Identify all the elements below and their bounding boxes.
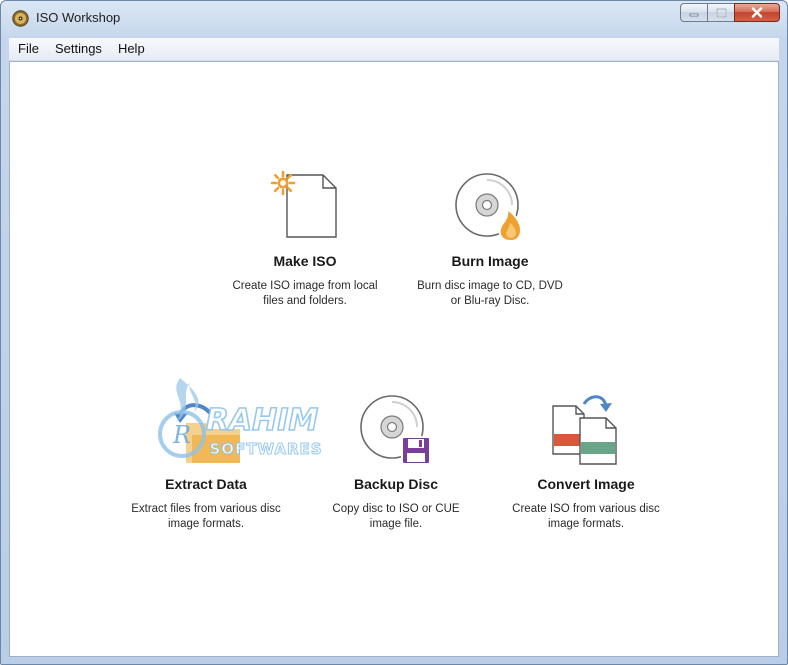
make-iso-description-line2: files and folders. (263, 295, 347, 307)
main-panel: Make ISO Create ISO image from local fil… (9, 61, 779, 657)
minimize-icon (689, 13, 699, 16)
convert-files-icon (552, 395, 617, 465)
watermark-title: RAHIM (206, 403, 319, 438)
convert-image-description-line1: Create ISO from various disc (512, 503, 660, 515)
menu-help[interactable]: Help (110, 38, 153, 60)
backup-disc-description-line2: image file. (369, 518, 423, 530)
menu-bar: File Settings Help (9, 38, 779, 61)
burn-image-description-line1: Burn disc image to CD, DVD (417, 280, 563, 292)
app-window: ISO Workshop File Settings Help Make ISO… (0, 0, 788, 665)
backup-disc-description-line1: Copy disc to ISO or CUE (332, 503, 460, 515)
window-title: ISO Workshop (36, 10, 121, 25)
watermark-logo: R RAHIM SOFTWARES (158, 378, 322, 459)
convert-image-label: Convert Image (537, 476, 635, 492)
extract-data-description-line2: image formats. (167, 518, 245, 530)
maximize-icon (715, 7, 727, 18)
extract-data-description-line1: Extract files from various disc (131, 503, 281, 515)
convert-image-action[interactable]: Convert Image Create ISO from various di… (486, 385, 686, 535)
burn-image-label: Burn Image (451, 253, 529, 269)
minimize-button[interactable] (680, 3, 707, 22)
close-button[interactable] (734, 3, 780, 22)
burn-image-action[interactable]: Burn Image Burn disc image to CD, DVD or… (390, 162, 590, 312)
backup-disc-label: Backup Disc (353, 476, 439, 492)
disc-burn-icon (455, 173, 523, 241)
new-file-icon (270, 170, 337, 238)
title-bar[interactable]: ISO Workshop (1, 1, 787, 35)
make-iso-label: Make ISO (273, 253, 337, 269)
menu-settings[interactable]: Settings (47, 38, 110, 60)
disc-app-icon[interactable] (12, 10, 29, 27)
make-iso-description-line1: Create ISO image from local (232, 280, 378, 292)
watermark-badge: R (172, 421, 191, 449)
close-icon (751, 7, 763, 18)
burn-image-description-line2: or Blu-ray Disc. (450, 295, 530, 307)
convert-image-description-line2: image formats. (547, 518, 625, 530)
extract-data-label: Extract Data (165, 476, 247, 492)
disc-save-icon (360, 395, 431, 465)
watermark-subtitle: SOFTWARES (209, 440, 322, 458)
caption-buttons (680, 3, 780, 23)
make-iso-action[interactable]: Make ISO Create ISO image from local fil… (205, 162, 405, 312)
menu-file[interactable]: File (9, 38, 47, 60)
maximize-button[interactable] (707, 3, 734, 22)
